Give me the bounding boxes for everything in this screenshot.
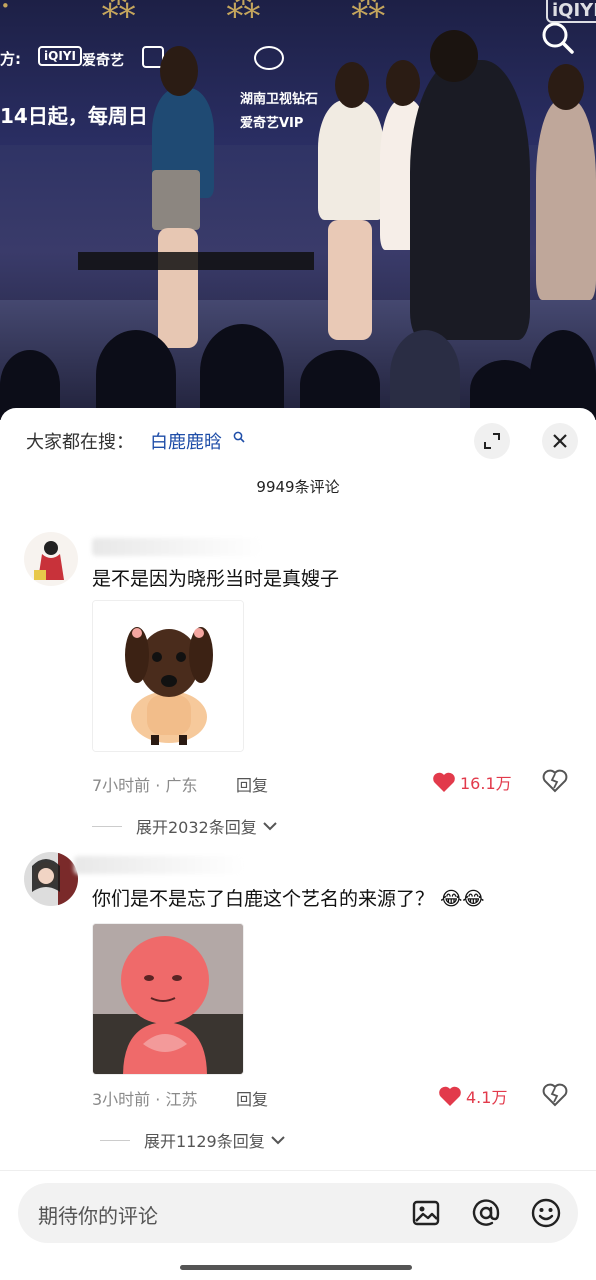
comment-time: 3小时前 [92, 1090, 151, 1109]
person-5-head [548, 64, 584, 110]
sponsor-name: 爱奇艺 [82, 53, 124, 69]
avatar[interactable] [24, 852, 78, 906]
redaction-bar [78, 252, 314, 270]
video-player[interactable]: · ⁂ ⁂ ⁂ 方: iQIYI 爱奇艺 14日起，每周日 周一 湖南卫视钻石 … [0, 0, 596, 420]
hot-search-term[interactable]: 白鹿鹿晗 [150, 428, 222, 454]
reply-button[interactable]: 回复 [236, 1086, 268, 1110]
comment-sticker-image[interactable] [92, 600, 244, 752]
person-2-head [335, 62, 369, 108]
expand-icon [484, 433, 500, 449]
channel-text-1: 湖南卫视钻石 [240, 92, 319, 107]
close-button[interactable] [542, 423, 578, 459]
close-icon [553, 434, 567, 448]
like-count: 4.1万 [466, 1088, 508, 1107]
person-3-head [386, 60, 420, 106]
search-icon[interactable] [233, 431, 245, 443]
divider-dash [92, 825, 122, 827]
heart-filled-icon [433, 772, 455, 792]
input-divider [0, 1170, 596, 1171]
comment-location: 江苏 [165, 1090, 198, 1109]
avatar[interactable] [24, 532, 78, 586]
channel-text-2: 爱奇艺VIP [240, 116, 304, 131]
expand-replies-label: 展开1129条回复 [144, 1132, 265, 1151]
audience-silhouette [96, 330, 176, 420]
username-blurred[interactable] [92, 538, 262, 556]
dislike-heart-icon[interactable] [542, 768, 568, 794]
sponsor-logo: iQIYI [38, 46, 82, 66]
comment-text: 是不是因为晓彤当时是真嫂子 [92, 568, 340, 590]
person-1-head [160, 46, 198, 96]
person-4-head [430, 30, 478, 82]
expand-button[interactable] [474, 423, 510, 459]
chevron-down-icon [271, 1136, 285, 1145]
comment-text: 你们是不是忘了白鹿这个艺名的来源了？ 😂😂 [92, 884, 484, 911]
person-1-legs [158, 228, 198, 348]
person-2-legs [328, 220, 372, 340]
person-4 [410, 60, 530, 340]
comment-sticker-image[interactable] [92, 923, 244, 1075]
laughing-emoji: 😂😂 [440, 888, 485, 910]
home-indicator[interactable] [180, 1265, 412, 1270]
comments-sheet: 大家都在搜： 白鹿鹿晗 9949条评论 是不是因为晓彤当时是真嫂子 7小时前 ·… [0, 408, 596, 1280]
comment-text-body: 你们是不是忘了白鹿这个艺名的来源了？ [92, 888, 435, 910]
person-5 [536, 100, 596, 300]
comment-meta: 3小时前 · 江苏 [92, 1090, 198, 1109]
expand-replies-button[interactable]: 展开1129条回复 [100, 1128, 287, 1152]
audience-silhouette [530, 330, 596, 420]
hot-search-label: 大家都在搜： [26, 432, 134, 453]
heart-filled-icon [439, 1086, 461, 1106]
comment-input[interactable]: 期待你的评论 [18, 1183, 578, 1243]
expand-replies-label: 展开2032条回复 [136, 818, 257, 837]
comment-input-placeholder: 期待你的评论 [38, 1204, 158, 1228]
comment-meta: 7小时前 · 广东 [92, 776, 198, 795]
mention-icon[interactable] [470, 1197, 502, 1229]
person-2 [318, 100, 384, 220]
chevron-down-icon [263, 822, 277, 831]
audience-silhouette [200, 324, 284, 420]
comment-location: 广东 [165, 776, 198, 795]
like-button[interactable]: 4.1万 [438, 1084, 507, 1108]
comment-count: 9949条评论 [256, 478, 340, 496]
comment-time: 7小时前 [92, 776, 151, 795]
person-1-skirt [152, 170, 200, 230]
emoji-icon[interactable] [530, 1197, 562, 1229]
like-count: 16.1万 [460, 774, 512, 793]
banner-decorative-title: · ⁂ ⁂ ⁂ [0, 0, 426, 26]
audience-silhouette [390, 330, 460, 420]
divider-dash [100, 1139, 130, 1141]
image-icon[interactable] [410, 1197, 442, 1229]
search-icon[interactable] [538, 18, 578, 58]
partner-logo-2 [254, 46, 284, 70]
dislike-heart-icon[interactable] [542, 1082, 568, 1108]
sponsor-prefix: 方: [0, 50, 21, 68]
expand-replies-button[interactable]: 展开2032条回复 [92, 814, 279, 838]
like-button[interactable]: 16.1万 [432, 770, 512, 794]
reply-button[interactable]: 回复 [236, 772, 268, 796]
username-blurred[interactable] [74, 856, 244, 874]
